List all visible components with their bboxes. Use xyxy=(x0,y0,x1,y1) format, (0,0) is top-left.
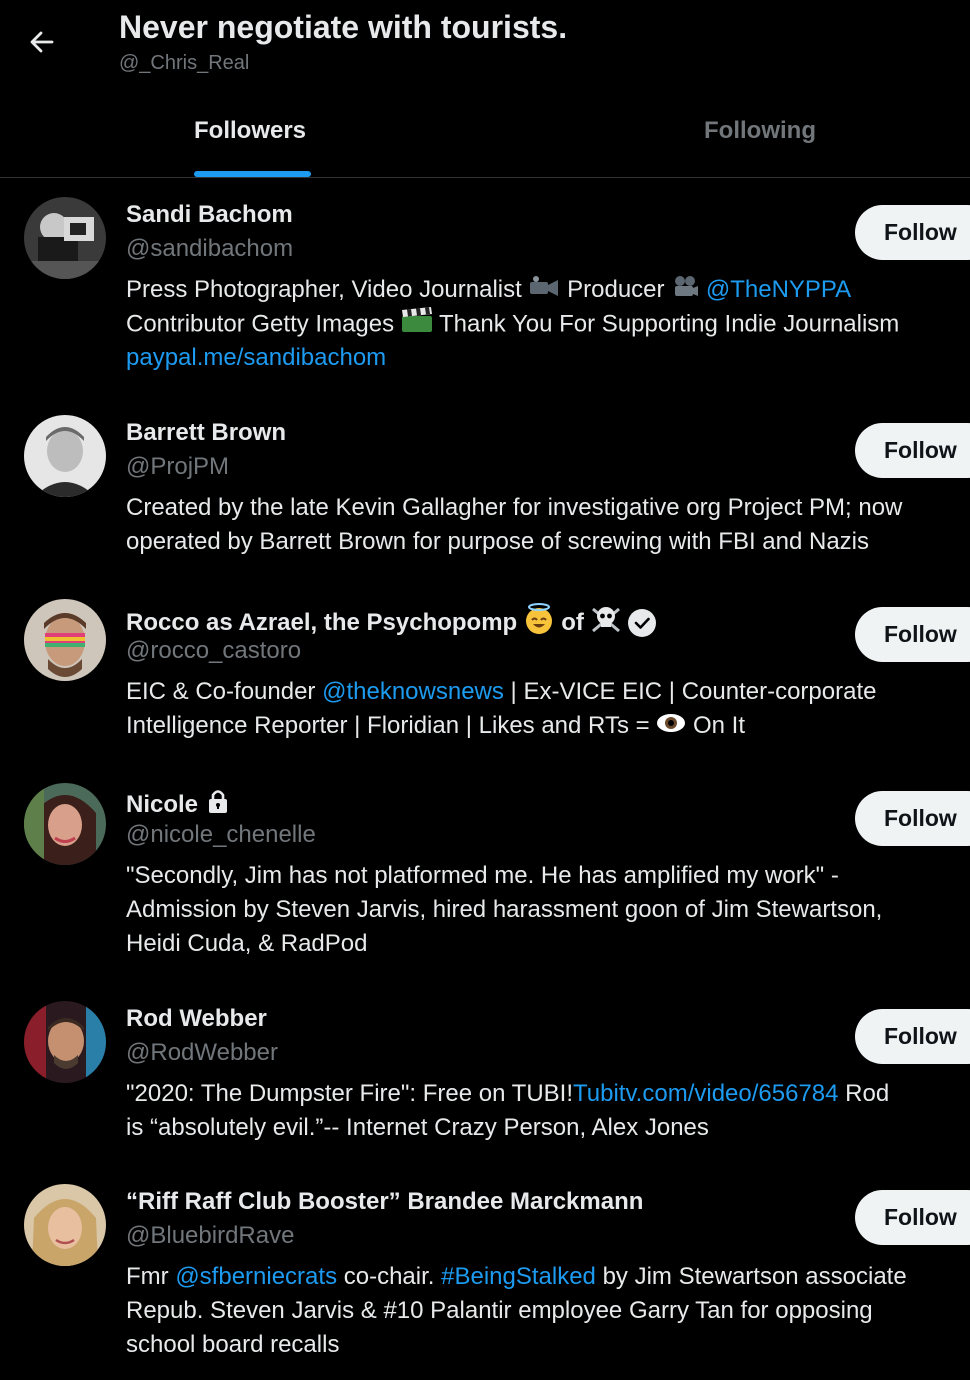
bio-text: Producer xyxy=(560,276,672,303)
follow-button[interactable]: Follow xyxy=(855,1009,970,1064)
tab-following[interactable]: Following xyxy=(505,100,970,178)
video-camera-icon xyxy=(528,274,560,308)
user-name[interactable]: Nicole xyxy=(126,787,232,822)
bio-text: "2020: The Dumpster Fire": Free on TUBI! xyxy=(126,1080,573,1107)
bio-text: Press Photographer, Video Journalist xyxy=(126,276,529,303)
bio-text: EIC & Co-founder xyxy=(126,678,323,705)
skull-crossbones-icon xyxy=(590,604,622,641)
bio-text: Intelligence Reporter | Floridian | Like… xyxy=(126,712,657,739)
lock-icon xyxy=(204,787,232,822)
bio-text: Admission by Steven Jarvis, hired harass… xyxy=(126,896,883,923)
bio-text: school board recalls xyxy=(126,1331,340,1358)
user-bio: Fmr @sfberniecrats co-chair. #BeingStalk… xyxy=(126,1260,970,1362)
eye-emoji-icon xyxy=(656,710,686,744)
bio-text: co-chair. xyxy=(337,1263,442,1290)
user-name-text: Rocco as Azrael, the Psychopomp xyxy=(126,608,518,636)
bio-text: Contributor Getty Images xyxy=(126,310,401,338)
verified-badge-icon xyxy=(627,608,656,637)
page-handle: @_Chris_Real xyxy=(119,52,250,74)
tab-followers[interactable]: Followers xyxy=(0,100,505,178)
list-item[interactable]: Nicole @nicole_chenelle "Secondly, Jim h… xyxy=(0,765,970,983)
list-item[interactable]: Rod Webber @RodWebber "2020: The Dumpste… xyxy=(0,983,970,1167)
follow-button[interactable]: Follow xyxy=(855,1190,970,1245)
url-link[interactable]: Tubitv.com/video/656784 xyxy=(573,1080,839,1107)
user-handle[interactable]: @nicole_chenelle xyxy=(126,821,316,849)
tab-bar: Followers Following xyxy=(0,100,970,178)
movie-camera-icon xyxy=(671,274,699,308)
user-bio: Press Photographer, Video Journalist Pro… xyxy=(126,273,970,375)
follow-button[interactable]: Follow xyxy=(855,791,970,846)
avatar[interactable] xyxy=(24,1184,106,1266)
user-name-text: of xyxy=(561,608,584,636)
user-handle[interactable]: @rocco_castoro xyxy=(126,637,301,665)
user-bio: EIC & Co-founder @theknowsnews | Ex-VICE… xyxy=(126,675,970,743)
url-link[interactable]: paypal.me/sandibachom xyxy=(126,344,386,371)
tab-following-label: Following xyxy=(704,117,816,144)
bio-text: operated by Barrett Brown for purpose of… xyxy=(126,528,870,555)
mention-link[interactable]: @TheNYPPA xyxy=(706,276,851,303)
halo-smile-emoji-icon xyxy=(523,603,555,642)
follow-button[interactable]: Follow xyxy=(855,607,970,662)
follow-button[interactable]: Follow xyxy=(855,205,970,260)
avatar[interactable] xyxy=(24,415,106,497)
user-handle[interactable]: @sandibachom xyxy=(126,235,293,263)
list-item[interactable]: Barrett Brown @ProjPM Created by the lat… xyxy=(0,397,970,581)
user-name[interactable]: Rod Webber xyxy=(126,1005,267,1033)
bio-text: by Jim Stewartson associate xyxy=(595,1263,907,1290)
bio-text: Repub. Steven Jarvis & #10 Palantir empl… xyxy=(126,1297,873,1324)
mention-link[interactable]: @sfberniecrats xyxy=(175,1263,337,1290)
bio-text: Thank You For Supporting Indie Journalis… xyxy=(432,310,900,338)
list-item[interactable]: “Riff Raff Club Booster” Brandee Marckma… xyxy=(0,1167,970,1380)
clapper-board-icon xyxy=(401,307,433,343)
mention-link[interactable]: @theknowsnews xyxy=(322,678,504,705)
user-name[interactable]: Barrett Brown xyxy=(126,419,286,447)
avatar[interactable] xyxy=(24,1001,106,1083)
user-handle[interactable]: @RodWebber xyxy=(126,1039,278,1067)
follow-button[interactable]: Follow xyxy=(855,423,970,478)
bio-text: | Ex-VICE EIC | Counter-corporate xyxy=(503,678,877,705)
list-item[interactable]: Sandi Bachom @sandibachom Press Photogra… xyxy=(0,179,970,397)
tab-followers-label: Followers xyxy=(194,117,307,144)
avatar[interactable] xyxy=(24,783,106,865)
user-bio: "2020: The Dumpster Fire": Free on TUBI!… xyxy=(126,1077,970,1145)
avatar[interactable] xyxy=(24,197,106,279)
bio-text: On It xyxy=(686,712,745,739)
bio-text: is “absolutely evil.”-- Internet Crazy P… xyxy=(126,1114,709,1141)
user-bio: "Secondly, Jim has not platformed me. He… xyxy=(126,859,970,961)
user-handle[interactable]: @ProjPM xyxy=(126,453,229,481)
user-bio: Created by the late Kevin Gallagher for … xyxy=(126,491,970,559)
bio-text: Fmr xyxy=(126,1263,176,1290)
user-handle[interactable]: @BluebirdRave xyxy=(126,1222,294,1250)
back-arrow-icon xyxy=(30,31,54,53)
list-item[interactable]: Rocco as Azrael, the Psychopomp of @rocc… xyxy=(0,581,970,765)
hashtag-link[interactable]: #BeingStalked xyxy=(441,1263,596,1290)
active-tab-indicator xyxy=(194,171,311,177)
bio-text: "Secondly, Jim has not platformed me. He… xyxy=(126,862,839,889)
bio-text: Rod xyxy=(838,1080,890,1107)
user-name-text: Nicole xyxy=(126,790,199,818)
back-button[interactable] xyxy=(20,20,64,64)
user-name[interactable]: Sandi Bachom xyxy=(126,201,293,229)
bio-text: Heidi Cuda, & RadPod xyxy=(126,930,368,957)
page-title: Never negotiate with tourists. xyxy=(119,9,568,45)
user-name[interactable]: “Riff Raff Club Booster” Brandee Marckma… xyxy=(126,1188,643,1216)
bio-text: Created by the late Kevin Gallagher for … xyxy=(126,494,903,521)
top-header: Never negotiate with tourists. @_Chris_R… xyxy=(0,0,970,100)
avatar[interactable] xyxy=(24,599,106,681)
